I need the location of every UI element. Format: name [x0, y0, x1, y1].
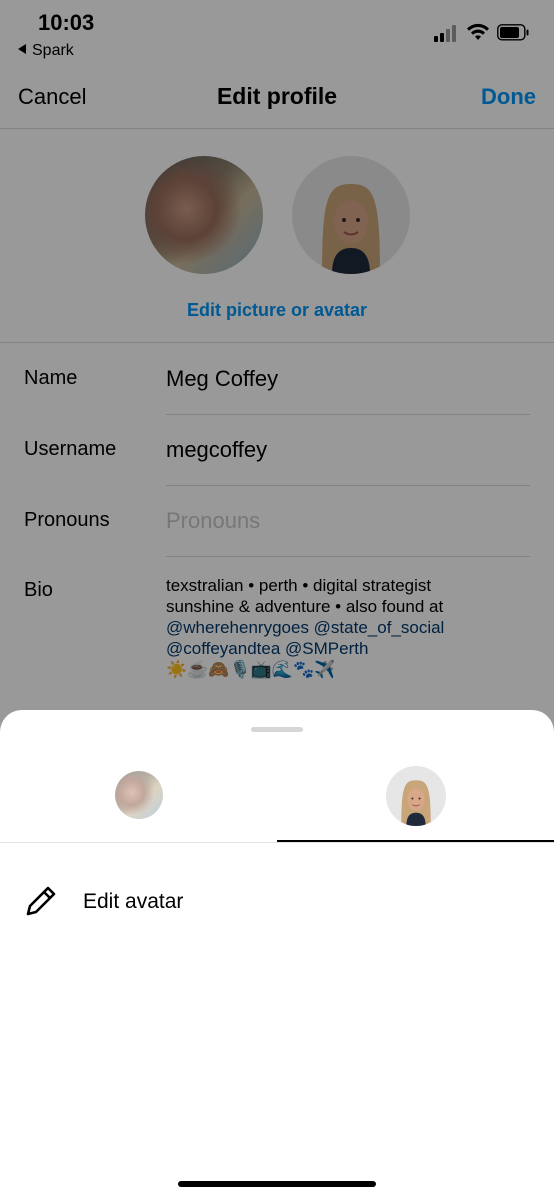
tab-avatar[interactable]	[277, 758, 554, 842]
tab-photo[interactable]	[0, 758, 277, 842]
avatar-thumbnail	[386, 766, 446, 826]
edit-avatar-label: Edit avatar	[83, 890, 184, 913]
photo-thumbnail	[115, 771, 163, 819]
edit-avatar-button[interactable]: Edit avatar	[0, 870, 554, 930]
active-tab-indicator	[277, 840, 554, 842]
sheet-grabber[interactable]	[251, 727, 303, 732]
pencil-icon	[26, 886, 56, 916]
bottom-sheet: Edit avatar	[0, 710, 554, 1200]
tab-divider	[0, 842, 554, 843]
home-indicator[interactable]	[178, 1181, 376, 1187]
avatar-figure-icon	[401, 780, 431, 826]
